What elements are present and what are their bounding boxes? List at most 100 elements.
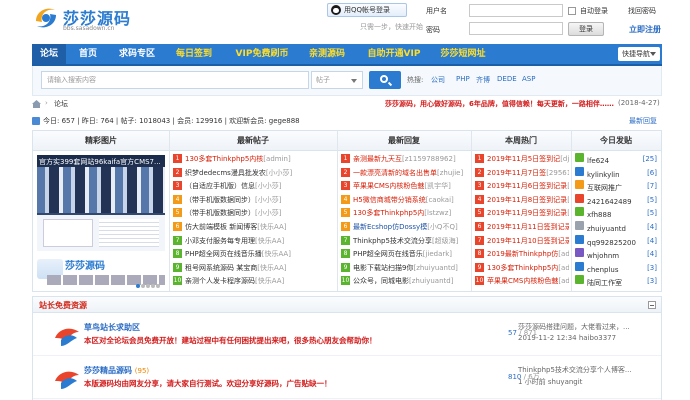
thread-title[interactable]: 亲测最新九天互 <box>353 155 402 163</box>
thread-title[interactable]: 苹果果CMS内核粉色魅 <box>353 182 424 190</box>
list-item[interactable]: 7 小邓支付服务每专用理[快乐AA] <box>173 235 335 249</box>
list-item[interactable]: 4 H5微信商城带分销系统[caokai] <box>341 194 469 208</box>
thread-title[interactable]: 租号网系统源码 某宝商 <box>185 264 257 272</box>
thread-author[interactable]: [小Q不Q] <box>427 223 457 231</box>
thread-author[interactable]: [lstzwz] <box>424 209 451 217</box>
forum-row[interactable]: 草鸟站长求助区 本区对全论坛会员免费开放！建站过程中有任何困扰提出来吧，很多热心… <box>33 314 661 356</box>
list-item[interactable]: 52019年11月9日签到记录[deke] <box>475 207 569 221</box>
nav-short-url[interactable]: 莎莎短网址 <box>436 44 490 64</box>
list-item[interactable]: 10 公众号，同城电影[zhuiyuantd] <box>341 275 469 289</box>
search-input[interactable]: 请输入搜索内容 <box>41 71 309 89</box>
forum-row[interactable]: 莎莎精品源码 (95) 本版源码均由网友分享，请大家自行测试。欢迎分享好源码，广… <box>33 357 661 399</box>
thread-author[interactable]: [凯宇华] <box>424 182 450 190</box>
thread-author[interactable]: [快乐AA] <box>257 264 286 272</box>
thread-author[interactable]: [deke] <box>567 209 569 217</box>
thread-title[interactable]: 仿大前端模板 新闻博客 <box>185 223 257 231</box>
list-item[interactable]: xfh888 [5] <box>575 207 657 221</box>
thread-title[interactable]: 2019年11月5日签到记 <box>487 155 560 163</box>
thread-author[interactable]: [超级海] <box>432 237 458 245</box>
home-icon[interactable] <box>32 100 41 108</box>
thread-author[interactable]: [djsimba] <box>560 155 569 163</box>
poster-name[interactable]: 2421642489 <box>587 198 632 206</box>
thread-author[interactable]: [shuyangit] <box>567 182 569 190</box>
list-item[interactable]: 9130多套Thinkphp5内[admin] <box>475 262 569 276</box>
thread-title[interactable]: 织梦dedecms漫具批发农 <box>185 169 266 177</box>
list-item[interactable]: 5 130多套Thinkphp5内[lstzwz] <box>341 207 469 221</box>
list-item[interactable]: 陆同工作室 [3] <box>575 275 657 289</box>
thread-title[interactable]: Thinkphp5技术交流分享 <box>353 237 432 245</box>
list-item[interactable]: zhuiyuantd [4] <box>575 220 657 235</box>
thread-author[interactable]: [小小莎] <box>266 169 292 177</box>
list-item[interactable]: whjohnm [4] <box>575 248 657 262</box>
thread-author[interactable]: [小小莎] <box>255 209 281 217</box>
thread-title[interactable]: 最新Ecshop仿Dossy模 <box>353 223 427 231</box>
thread-author[interactable]: [快乐AA] <box>255 277 284 285</box>
thread-title[interactable]: 2019年11月9日签到记录 <box>487 209 567 217</box>
list-item[interactable]: 8 PHP超全网页在线音乐播[快乐AA] <box>173 248 335 262</box>
nav-forum[interactable]: 论坛 <box>32 44 66 64</box>
thread-author[interactable]: [快乐AA] <box>262 250 291 258</box>
search-type-select[interactable]: 帖子 <box>311 71 363 89</box>
thread-author[interactable]: [admin] <box>558 277 569 285</box>
list-item[interactable]: 10苹果果CMS内核粉色魅[admin] <box>475 275 569 289</box>
thread-author[interactable]: [小小莎] <box>255 182 281 190</box>
poster-name[interactable]: zhuiyuantd <box>587 225 626 233</box>
list-item[interactable]: 9 电影下载站扫描9你[zhuiyuantd] <box>341 262 469 276</box>
latest-replies-link[interactable]: 最新回复 <box>629 116 657 126</box>
thread-author[interactable]: [z1159788962] <box>402 155 456 163</box>
thread-title[interactable]: 苹果果CMS内核粉色魅 <box>487 277 558 285</box>
thread-title[interactable]: （自适应手机版）信息 <box>185 182 255 190</box>
username-field[interactable] <box>469 4 563 17</box>
list-item[interactable]: 8 PHP超全网页在线音乐[jiedark] <box>341 248 469 262</box>
site-logo[interactable]: 莎莎源码 bbs.sasadown.cn <box>33 3 143 35</box>
thread-title[interactable]: 2019年11月10日签到记录 <box>487 237 569 245</box>
list-item[interactable]: 2 一款漂亮清新的域名出售单[zhujie] <box>341 167 469 181</box>
thread-author[interactable]: [zhuiyuantd] <box>409 277 453 285</box>
thread-title[interactable]: PHP超全网页在线音乐 <box>353 250 423 258</box>
list-item[interactable]: 5 （带手机版数据同步）[小小莎] <box>173 207 335 221</box>
thread-author[interactable]: [zhujie] <box>437 169 463 177</box>
list-item[interactable]: 32019年11月6日签到记录[shuyangit] <box>475 180 569 194</box>
list-item[interactable]: 6 仿大前端模板 新闻博客[快乐AA] <box>173 221 335 235</box>
thread-title[interactable]: 2019年11月8日签到记录 <box>487 196 567 204</box>
thread-author[interactable]: [caokai] <box>426 196 454 204</box>
list-item[interactable]: 4 （带手机版数据同步）[小小莎] <box>173 194 335 208</box>
list-item[interactable]: 1 亲测最新九天互[z1159788962] <box>341 153 469 167</box>
thread-author[interactable]: [295618919] <box>546 169 569 177</box>
list-item[interactable]: 6 最新Ecshop仿Dossy模[小Q不Q] <box>341 221 469 235</box>
thread-author[interactable]: [admin] <box>558 250 569 258</box>
nav-self-vip[interactable]: 自助开通VIP <box>356 44 432 64</box>
login-button[interactable]: 登录 <box>568 22 604 36</box>
list-item[interactable]: 1 130多套Thinkphp5内核[admin] <box>173 153 335 167</box>
list-item[interactable]: 9 租号网系统源码 某宝商[快乐AA] <box>173 262 335 276</box>
nav-tested-code[interactable]: 亲测源码 <box>302 44 352 64</box>
poster-name[interactable]: kylinkylin <box>587 171 620 179</box>
poster-name[interactable]: chenplus <box>587 266 619 274</box>
auto-login-checkbox[interactable] <box>568 7 576 15</box>
forum-name[interactable]: 莎莎精品源码 (95) <box>84 365 149 376</box>
thread-title[interactable]: （带手机版数据同步） <box>185 196 255 204</box>
hot-search-link[interactable]: ASP <box>522 75 535 83</box>
thread-title[interactable]: 2019年11月6日签到记录 <box>487 182 567 190</box>
thread-author[interactable]: [小小莎] <box>255 196 281 204</box>
list-item[interactable]: 42019年11月8日签到记录[928910200] <box>475 194 569 208</box>
poster-name[interactable]: lfe624 <box>587 157 609 165</box>
list-item[interactable]: 2421642489 [5] <box>575 193 657 208</box>
hot-search-link[interactable]: 齐博 <box>476 75 490 85</box>
nav-request-code[interactable]: 求码专区 <box>110 44 164 64</box>
forgot-password-link[interactable]: 找回密码 <box>628 6 656 16</box>
list-item[interactable]: kylinkylin [6] <box>575 166 657 181</box>
list-item[interactable]: qq992825200 [4] <box>575 234 657 249</box>
thread-title[interactable]: H5微信商城带分销系统 <box>353 196 426 204</box>
thread-title[interactable]: 130多套Thinkphp5内核 <box>185 155 263 163</box>
thread-title[interactable]: PHP超全网页在线音乐播 <box>185 250 262 258</box>
list-item[interactable]: 3 （自适应手机版）信息[小小莎] <box>173 180 335 194</box>
hot-search-link[interactable]: DEDE <box>497 75 517 83</box>
thread-author[interactable]: [jiedark] <box>423 250 452 258</box>
list-item[interactable]: 2 织梦dedecms漫具批发农[小小莎] <box>173 167 335 181</box>
register-link[interactable]: 立即注册 <box>629 24 661 35</box>
thread-author[interactable]: [zhuiyuantd] <box>413 264 457 272</box>
thread-title[interactable]: 2019最新Thinkphp仿 <box>487 250 558 258</box>
hot-search-link[interactable]: PHP <box>456 75 470 83</box>
thread-title[interactable]: 一款漂亮清新的域名出售单 <box>353 169 437 177</box>
